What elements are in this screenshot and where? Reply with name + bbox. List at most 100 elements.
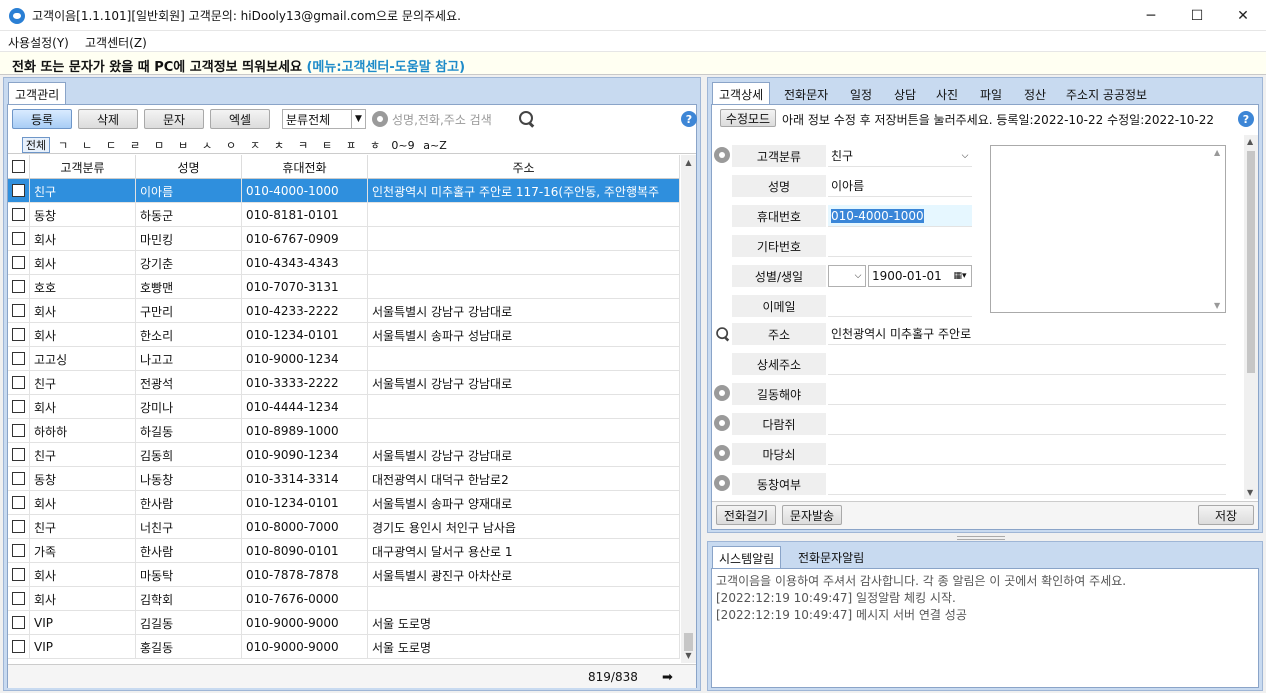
table-row[interactable]: 회사 김학회 010-7676-0000 — [8, 587, 680, 611]
help-icon[interactable]: ? — [1238, 111, 1254, 127]
initial-filter-0[interactable]: 전체 — [22, 137, 50, 153]
tab-detail-6[interactable]: 정산 — [1024, 86, 1046, 103]
table-row[interactable]: 하하하 하길동 010-8989-1000 — [8, 419, 680, 443]
name-field[interactable]: 이아름 — [828, 175, 972, 197]
initial-filter-14[interactable]: ㅎ — [364, 137, 386, 153]
row-checkbox[interactable] — [8, 539, 30, 563]
calendar-icon[interactable]: ▦▾ — [949, 266, 971, 286]
table-row[interactable]: 회사 한사람 010-1234-0101 서울특별시 송파구 양재대로 — [8, 491, 680, 515]
tab-detail-0[interactable]: 고객상세 — [712, 82, 771, 104]
category-filter-select[interactable]: 분류전체 ▼ — [282, 109, 366, 129]
table-row[interactable]: 회사 마민킹 010-6767-0909 — [8, 227, 680, 251]
search-input[interactable]: 성명,전화,주소 검색 — [392, 109, 516, 129]
row-checkbox[interactable] — [8, 419, 30, 443]
initial-filter-13[interactable]: ㅍ — [340, 137, 362, 153]
row-checkbox[interactable] — [8, 227, 30, 251]
scroll-down-icon[interactable]: ▼ — [1247, 488, 1253, 497]
minimize-button[interactable]: ─ — [1128, 0, 1174, 31]
category-settings-gear-icon[interactable] — [372, 111, 388, 127]
row-checkbox[interactable] — [8, 443, 30, 467]
initial-filter-12[interactable]: ㅌ — [316, 137, 338, 153]
row-checkbox[interactable] — [8, 371, 30, 395]
help-icon[interactable]: ? — [681, 111, 697, 127]
table-row[interactable]: 호호 호빵맨 010-7070-3131 — [8, 275, 680, 299]
detail-scrollbar[interactable]: ▲ ▼ — [1244, 135, 1258, 499]
custom4-field[interactable] — [828, 473, 1226, 495]
scroll-down-icon[interactable]: ▼ — [681, 648, 696, 663]
initial-filter-1[interactable]: ㄱ — [52, 137, 74, 153]
row-checkbox[interactable] — [8, 251, 30, 275]
close-button[interactable]: ✕ — [1220, 0, 1266, 31]
initial-filter-4[interactable]: ㄹ — [124, 137, 146, 153]
initial-filter-10[interactable]: ㅊ — [268, 137, 290, 153]
row-checkbox[interactable] — [8, 275, 30, 299]
table-row[interactable]: 친구 전광석 010-3333-2222 서울특별시 강남구 강남대로 — [8, 371, 680, 395]
panel-splitter[interactable] — [707, 534, 1263, 540]
column-header-phone[interactable]: 휴대전화 — [242, 155, 368, 179]
initial-filter-6[interactable]: ㅂ — [172, 137, 194, 153]
excel-button[interactable]: 엑셀 — [210, 109, 270, 129]
tab-call-sms-alert[interactable]: 전화문자알림 — [792, 546, 870, 568]
scroll-up-icon[interactable]: ▲ — [1214, 148, 1220, 157]
call-button[interactable]: 전화걸기 — [716, 505, 776, 525]
column-header-category[interactable]: 고객분류 — [30, 155, 136, 179]
arrow-right-icon[interactable]: ➡ — [662, 670, 673, 685]
tab-detail-4[interactable]: 사진 — [936, 86, 958, 103]
table-row[interactable]: 동창 나동창 010-3314-3314 대전광역시 대덕구 한남로2 — [8, 467, 680, 491]
custom-field-gear-icon[interactable] — [714, 385, 730, 401]
send-sms-button[interactable]: 문자발송 — [782, 505, 842, 525]
menu-settings[interactable]: 사용설정(Y) — [8, 34, 69, 51]
scroll-thumb[interactable] — [1247, 151, 1255, 373]
tab-customer-management[interactable]: 고객관리 — [8, 82, 67, 104]
row-checkbox[interactable] — [8, 515, 30, 539]
row-checkbox[interactable] — [8, 635, 30, 659]
row-checkbox[interactable] — [8, 395, 30, 419]
table-row[interactable]: 동창 하동군 010-8181-0101 — [8, 203, 680, 227]
other-phone-field[interactable] — [828, 235, 972, 257]
custom-field-gear-icon[interactable] — [714, 415, 730, 431]
custom-field-gear-icon[interactable] — [714, 445, 730, 461]
custom3-field[interactable] — [828, 443, 1226, 465]
initial-filter-5[interactable]: ㅁ — [148, 137, 170, 153]
birth-date-picker[interactable]: 1900-01-01 ▦▾ — [868, 265, 972, 287]
tab-detail-5[interactable]: 파일 — [980, 86, 1002, 103]
initial-filter-8[interactable]: ㅇ — [220, 137, 242, 153]
email-field[interactable] — [828, 295, 972, 317]
table-row[interactable]: 가족 한사람 010-8090-0101 대구광역시 달서구 용산로 1 — [8, 539, 680, 563]
table-row[interactable]: 친구 너친구 010-8000-7000 경기도 용인시 처인구 남사읍 — [8, 515, 680, 539]
initial-filter-9[interactable]: ㅈ — [244, 137, 266, 153]
table-row[interactable]: 고고싱 나고고 010-9000-1234 — [8, 347, 680, 371]
search-icon[interactable] — [518, 110, 536, 128]
address-search-icon[interactable] — [715, 326, 730, 341]
category-select[interactable]: 친구 ⌵ — [828, 145, 972, 167]
table-row[interactable]: 회사 마동탁 010-7878-7878 서울특별시 광진구 아차산로 — [8, 563, 680, 587]
custom2-field[interactable] — [828, 413, 1226, 435]
row-checkbox[interactable] — [8, 323, 30, 347]
initial-filter-7[interactable]: ㅅ — [196, 137, 218, 153]
initial-filter-15[interactable]: 0~9 — [388, 137, 418, 153]
select-all-checkbox[interactable] — [8, 155, 30, 179]
row-checkbox[interactable] — [8, 467, 30, 491]
initial-filter-11[interactable]: ㅋ — [292, 137, 314, 153]
initial-filter-2[interactable]: ㄴ — [76, 137, 98, 153]
row-checkbox[interactable] — [8, 491, 30, 515]
detail-address-field[interactable] — [828, 353, 1226, 375]
table-row[interactable]: 회사 한소리 010-1234-0101 서울특별시 송파구 성남대로 — [8, 323, 680, 347]
mobile-field[interactable]: 010-4000-1000 — [828, 205, 972, 227]
address-field[interactable]: 인천광역시 미추홀구 주안로 — [828, 323, 1226, 345]
row-checkbox[interactable] — [8, 179, 30, 203]
gender-select[interactable]: ⌵ — [828, 265, 866, 287]
memo-scrollbar[interactable]: ▲ ▼ — [1211, 146, 1225, 312]
column-header-address[interactable]: 주소 — [368, 155, 680, 179]
initial-filter-3[interactable]: ㄷ — [100, 137, 122, 153]
sms-button[interactable]: 문자 — [144, 109, 204, 129]
memo-box[interactable]: ▲ ▼ — [990, 145, 1226, 313]
table-row[interactable]: 회사 강미나 010-4444-1234 — [8, 395, 680, 419]
table-row[interactable]: VIP 김길동 010-9000-9000 서울 도로명 — [8, 611, 680, 635]
row-checkbox[interactable] — [8, 563, 30, 587]
initial-filter-16[interactable]: a~Z — [420, 137, 450, 153]
register-button[interactable]: 등록 — [12, 109, 72, 129]
tab-detail-3[interactable]: 상담 — [894, 86, 916, 103]
edit-mode-button[interactable]: 수정모드 — [720, 109, 776, 127]
scroll-up-icon[interactable]: ▲ — [681, 155, 696, 170]
